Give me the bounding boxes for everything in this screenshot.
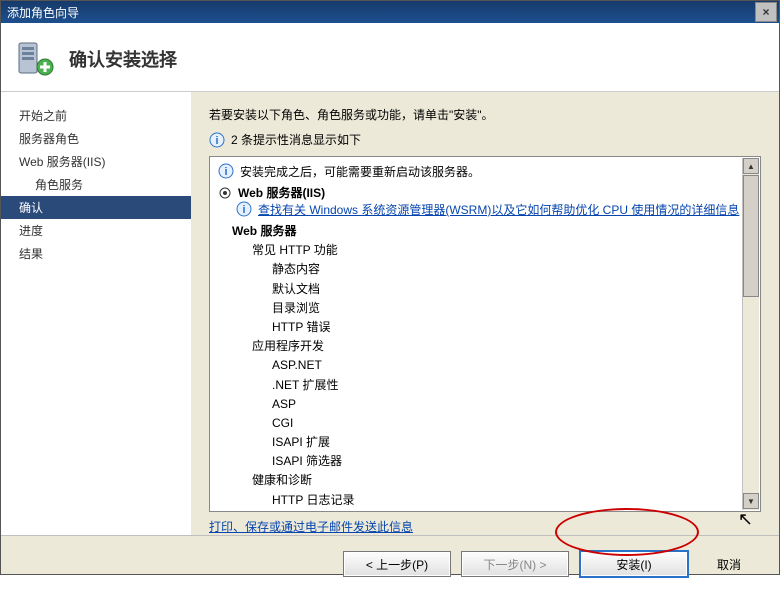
previous-button[interactable]: < 上一步(P) [343, 551, 451, 577]
tree-item-1-5: ISAPI 筛选器 [272, 452, 748, 471]
window-title: 添加角色向导 [7, 4, 755, 21]
info-icon: i [236, 201, 252, 217]
content-inner[interactable]: i 安装完成之后，可能需要重新启动该服务器。 Web 服务器(IIS) i [218, 163, 752, 505]
tree-item-2-0: HTTP 日志记录 [272, 491, 748, 505]
server-role-icon [15, 39, 55, 79]
wizard-footer: < 上一步(P) 下一步(N) > 安装(I) 取消 [1, 535, 779, 592]
wsrm-link-line: i 查找有关 Windows 系统资源管理器(WSRM)以及它如何帮助优化 CP… [236, 201, 748, 218]
section-title: Web 服务器(IIS) [238, 184, 325, 201]
tree-item-0-0: 静态内容 [272, 260, 748, 279]
info-icon: i [218, 163, 234, 179]
tree-group-1: 应用程序开发 [252, 337, 748, 356]
sidebar-item-0[interactable]: 开始之前 [1, 104, 191, 127]
sidebar-item-3[interactable]: 角色服务 [1, 173, 191, 196]
sidebar-item-6[interactable]: 结果 [1, 242, 191, 265]
svg-text:i: i [224, 166, 227, 178]
tree-item-0-3: HTTP 错误 [272, 318, 748, 337]
cursor-icon: ↖ [738, 509, 753, 530]
bullet-icon [218, 186, 232, 200]
wizard-window: 添加角色向导 × 确认安装选择 开始之前服务器角色Web 服务器(IIS)角色服… [0, 0, 780, 575]
wizard-body: 开始之前服务器角色Web 服务器(IIS)角色服务确认进度结果 若要安装以下角色… [1, 92, 779, 535]
sidebar-item-2[interactable]: Web 服务器(IIS) [1, 150, 191, 173]
notice-summary: i 2 条提示性消息显示如下 [209, 131, 761, 148]
next-button: 下一步(N) > [461, 551, 569, 577]
notice-summary-text: 2 条提示性消息显示如下 [231, 131, 361, 148]
section-header: Web 服务器(IIS) [218, 184, 748, 201]
sidebar-item-5[interactable]: 进度 [1, 219, 191, 242]
info-icon: i [209, 132, 225, 148]
tree-group-0: 常见 HTTP 功能 [252, 241, 748, 260]
install-button[interactable]: 安装(I) [579, 550, 689, 578]
svg-text:i: i [242, 204, 245, 216]
scroll-down-button[interactable]: ▼ [743, 493, 759, 509]
tree-item-0-2: 目录浏览 [272, 299, 748, 318]
main-panel: 若要安装以下角色、角色服务或功能，请单击"安装"。 i 2 条提示性消息显示如下… [191, 92, 779, 535]
intro-text: 若要安装以下角色、角色服务或功能，请单击"安装"。 [209, 106, 761, 123]
tree-item-1-2: ASP [272, 395, 748, 414]
tree-item-1-1: .NET 扩展性 [272, 376, 748, 395]
tree-item-1-3: CGI [272, 414, 748, 433]
close-button[interactable]: × [755, 2, 777, 22]
tree-item-1-4: ISAPI 扩展 [272, 433, 748, 452]
scroll-thumb[interactable] [743, 175, 759, 297]
scroll-up-button[interactable]: ▲ [743, 158, 759, 174]
content-box: i 安装完成之后，可能需要重新启动该服务器。 Web 服务器(IIS) i [209, 156, 761, 512]
cancel-button[interactable]: 取消 [699, 552, 759, 576]
scrollbar[interactable]: ▲ ▼ [742, 158, 759, 510]
sidebar: 开始之前服务器角色Web 服务器(IIS)角色服务确认进度结果 [1, 92, 191, 535]
page-title: 确认安装选择 [69, 46, 177, 72]
sidebar-item-4[interactable]: 确认 [1, 196, 191, 219]
wizard-header: 确认安装选择 [1, 23, 779, 92]
export-link[interactable]: 打印、保存或通过电子邮件发送此信息 [209, 518, 761, 535]
restart-notice: i 安装完成之后，可能需要重新启动该服务器。 [218, 163, 748, 180]
titlebar: 添加角色向导 × [1, 1, 779, 23]
tree-item-0-1: 默认文档 [272, 280, 748, 299]
wsrm-link[interactable]: 查找有关 Windows 系统资源管理器(WSRM)以及它如何帮助优化 CPU … [258, 201, 739, 218]
role-services-tree: Web 服务器常见 HTTP 功能静态内容默认文档目录浏览HTTP 错误应用程序… [232, 222, 748, 505]
tree-group-2: 健康和诊断 [252, 471, 748, 490]
restart-notice-text: 安装完成之后，可能需要重新启动该服务器。 [240, 163, 480, 180]
tree-item-1-0: ASP.NET [272, 356, 748, 375]
tree-root: Web 服务器 [232, 222, 748, 241]
svg-text:i: i [215, 135, 218, 147]
sidebar-item-1[interactable]: 服务器角色 [1, 127, 191, 150]
